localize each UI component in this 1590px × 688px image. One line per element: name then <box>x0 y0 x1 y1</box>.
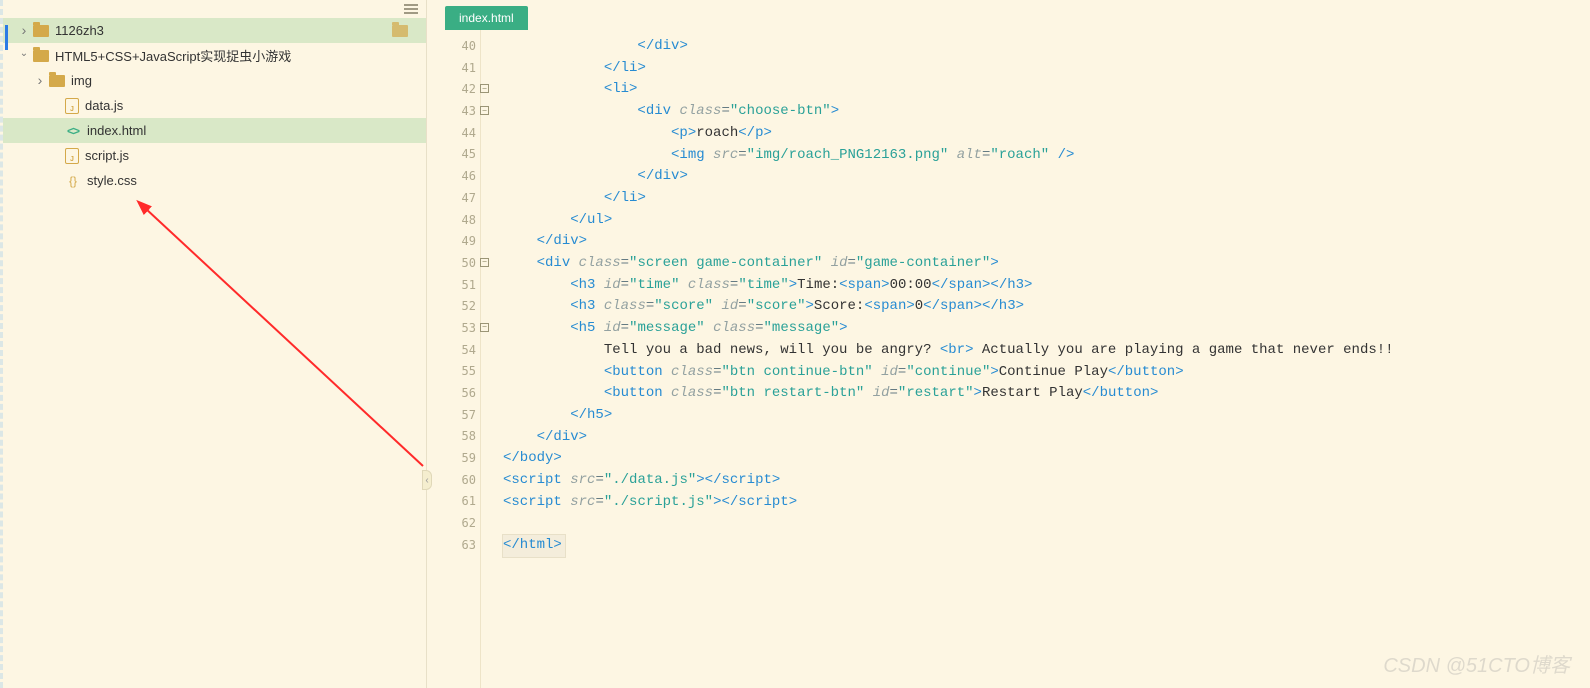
folder-icon <box>49 75 65 87</box>
line-number[interactable]: 41 <box>427 58 480 80</box>
folder-icon <box>33 50 49 62</box>
tree-item-label: 1126zh3 <box>55 23 104 38</box>
line-number[interactable]: 58 <box>427 426 480 448</box>
code-area: 404142−43−44454647484950−515253−54555657… <box>427 30 1590 688</box>
line-number[interactable]: 60 <box>427 470 480 492</box>
line-number-gutter[interactable]: 404142−43−44454647484950−515253−54555657… <box>427 30 481 688</box>
tab-index-html[interactable]: index.html <box>445 6 528 30</box>
fold-toggle-icon[interactable]: − <box>480 323 489 332</box>
line-number[interactable]: 49 <box>427 231 480 253</box>
folder-icon <box>392 25 408 37</box>
tab-bar: index.html <box>427 0 1590 30</box>
line-number[interactable]: 55 <box>427 361 480 383</box>
tree-item-label: img <box>71 73 92 88</box>
sidebar-menu-icon[interactable] <box>404 4 418 14</box>
line-number[interactable]: 63 <box>427 535 480 557</box>
line-number[interactable]: 50− <box>427 253 480 275</box>
tree-item-label: script.js <box>85 148 129 163</box>
line-number[interactable]: 61 <box>427 491 480 513</box>
fold-toggle-icon[interactable]: − <box>480 84 489 93</box>
expand-arrow-icon[interactable] <box>19 51 29 61</box>
line-number[interactable]: 62 <box>427 513 480 535</box>
line-number[interactable]: 53− <box>427 318 480 340</box>
fold-toggle-icon[interactable]: − <box>480 258 489 267</box>
line-number[interactable]: 44 <box>427 123 480 145</box>
tree-item-script-js[interactable]: Jscript.js <box>3 143 426 168</box>
line-number[interactable]: 42− <box>427 79 480 101</box>
line-number[interactable]: 59 <box>427 448 480 470</box>
tree-item-style-css[interactable]: style.css <box>3 168 426 193</box>
line-number[interactable]: 56 <box>427 383 480 405</box>
line-number[interactable]: 57 <box>427 405 480 427</box>
html-file-icon <box>65 124 81 138</box>
tree-item-label: data.js <box>85 98 123 113</box>
tree-item-label: style.css <box>87 173 137 188</box>
file-tree: 1126zh3 HTML5+CSS+JavaScript实现捉虫小游戏 img Jda… <box>3 18 426 688</box>
line-number[interactable]: 48 <box>427 210 480 232</box>
expand-arrow-icon[interactable] <box>19 26 29 36</box>
sidebar-toolbar <box>3 0 426 18</box>
folder-expand-indicator <box>5 25 8 50</box>
line-number[interactable]: 40 <box>427 36 480 58</box>
tree-item-label: HTML5+CSS+JavaScript实现捉虫小游戏 <box>55 46 291 65</box>
line-number[interactable]: 51 <box>427 275 480 297</box>
tree-item-html5-css-javascript-[interactable]: HTML5+CSS+JavaScript实现捉虫小游戏 <box>3 43 426 68</box>
tree-item-data-js[interactable]: Jdata.js <box>3 93 426 118</box>
line-number[interactable]: 46 <box>427 166 480 188</box>
tree-item-img[interactable]: img <box>3 68 426 93</box>
js-file-icon: J <box>65 98 79 114</box>
expand-arrow-icon[interactable] <box>35 76 45 86</box>
line-number[interactable]: 45 <box>427 144 480 166</box>
css-file-icon <box>65 174 81 188</box>
editor-pane: index.html 404142−43−44454647484950−5152… <box>427 0 1590 688</box>
folder-icon <box>33 25 49 37</box>
tree-item-index-html[interactable]: index.html <box>3 118 426 143</box>
line-number[interactable]: 47 <box>427 188 480 210</box>
js-file-icon: J <box>65 148 79 164</box>
line-number[interactable]: 54 <box>427 340 480 362</box>
code-content[interactable]: </div> </li> <li> <div class="choose-btn… <box>481 30 1590 688</box>
fold-toggle-icon[interactable]: − <box>480 106 489 115</box>
tree-item-1126zh3[interactable]: 1126zh3 <box>3 18 426 43</box>
tree-item-label: index.html <box>87 123 146 138</box>
line-number[interactable]: 52 <box>427 296 480 318</box>
line-number[interactable]: 43− <box>427 101 480 123</box>
file-explorer-sidebar: 1126zh3 HTML5+CSS+JavaScript实现捉虫小游戏 img Jda… <box>0 0 427 688</box>
